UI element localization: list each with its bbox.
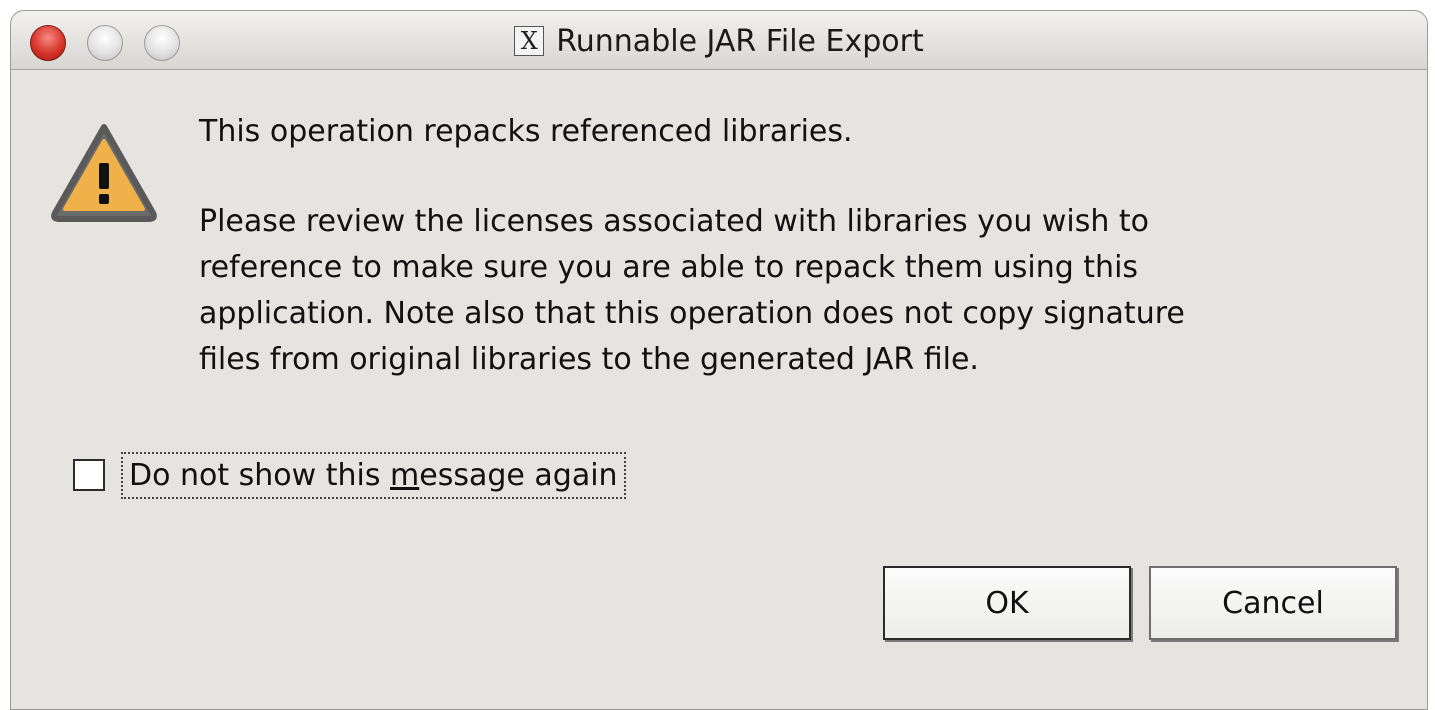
do-not-show-again-row[interactable]: Do not show this message again — [73, 447, 626, 503]
x11-icon: X — [514, 26, 545, 56]
message-line: files from original libraries to the gen… — [199, 342, 979, 377]
title-bar[interactable]: X Runnable JAR File Export — [11, 11, 1427, 70]
message-summary: This operation repacks referenced librar… — [199, 114, 853, 149]
cancel-button[interactable]: Cancel — [1149, 566, 1397, 640]
message-line: application. Note also that this operati… — [199, 296, 1185, 331]
do-not-show-again-checkbox[interactable] — [73, 459, 105, 491]
label-text: Do not show this — [129, 457, 391, 493]
title-group: X Runnable JAR File Export — [11, 23, 1427, 59]
window-title: Runnable JAR File Export — [556, 23, 924, 59]
message-text: This operation repacks referenced librar… — [199, 109, 1399, 383]
message-line: Please review the licenses associated wi… — [199, 204, 1150, 239]
label-mnemonic: m — [390, 457, 420, 493]
warning-icon — [51, 124, 157, 222]
message-details: Please review the licenses associated wi… — [199, 199, 1399, 383]
do-not-show-again-label[interactable]: Do not show this message again — [121, 451, 626, 499]
ok-button[interactable]: OK — [883, 566, 1131, 640]
label-text: essage again — [419, 457, 618, 493]
message-line: reference to make sure you are able to r… — [199, 250, 1139, 285]
dialog-window: X Runnable JAR File Export This operatio… — [10, 10, 1428, 710]
